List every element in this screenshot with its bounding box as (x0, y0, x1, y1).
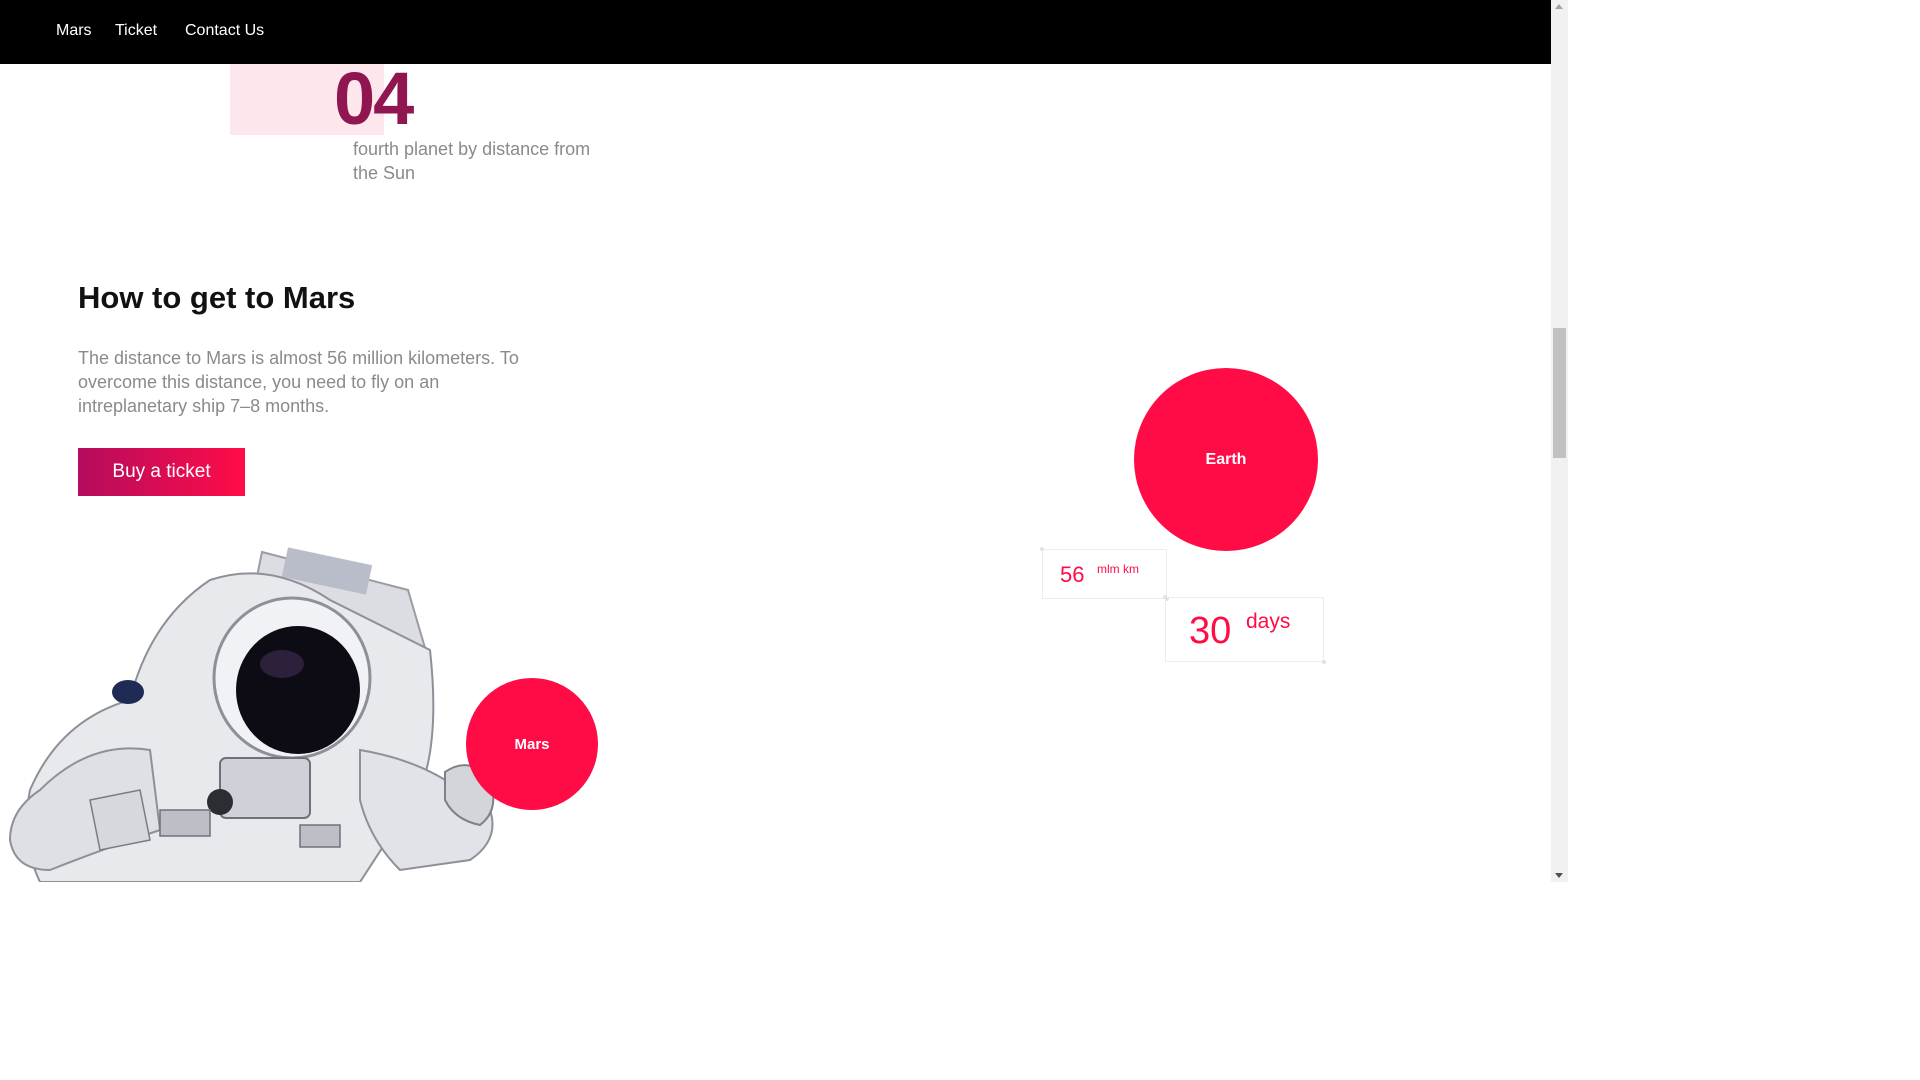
planet-earth: Earth (1134, 368, 1318, 551)
travel-time-stat: 30 days (1163, 595, 1326, 664)
fact-number: 04 (334, 57, 414, 140)
travel-time-unit: days (1246, 610, 1291, 633)
nav-link-contact-us[interactable]: Contact Us (185, 22, 264, 40)
page-viewport: Mars Ticket Contact Us 04 fourth planet … (0, 0, 1551, 882)
fact-caption: fourth planet by distance from the Sun (353, 139, 591, 183)
planet-mars-label: Mars (514, 735, 550, 753)
top-navigation: Mars Ticket Contact Us (0, 0, 1551, 64)
nav-link-ticket[interactable]: Ticket (115, 22, 157, 40)
buy-ticket-button[interactable]: Buy a ticket (78, 448, 245, 496)
travel-time-value: 30 (1189, 610, 1232, 652)
scroll-up-icon[interactable] (1555, 4, 1563, 9)
distance-unit: mlm km (1097, 562, 1139, 576)
distance-value: 56 (1060, 562, 1085, 587)
distance-stat: 56 mlm km (1040, 547, 1169, 601)
section-description: The distance to Mars is almost 56 millio… (78, 348, 519, 416)
section-title: How to get to Mars (78, 280, 356, 315)
vertical-scrollbar[interactable] (1551, 0, 1568, 882)
nav-link-mars[interactable]: Mars (56, 22, 92, 40)
scroll-down-icon[interactable] (1555, 873, 1563, 878)
planet-earth-label: Earth (1205, 450, 1247, 468)
astronaut-illustration (8, 547, 495, 882)
scrollbar-thumb[interactable] (1553, 328, 1566, 458)
planet-mars: Mars (466, 678, 598, 810)
